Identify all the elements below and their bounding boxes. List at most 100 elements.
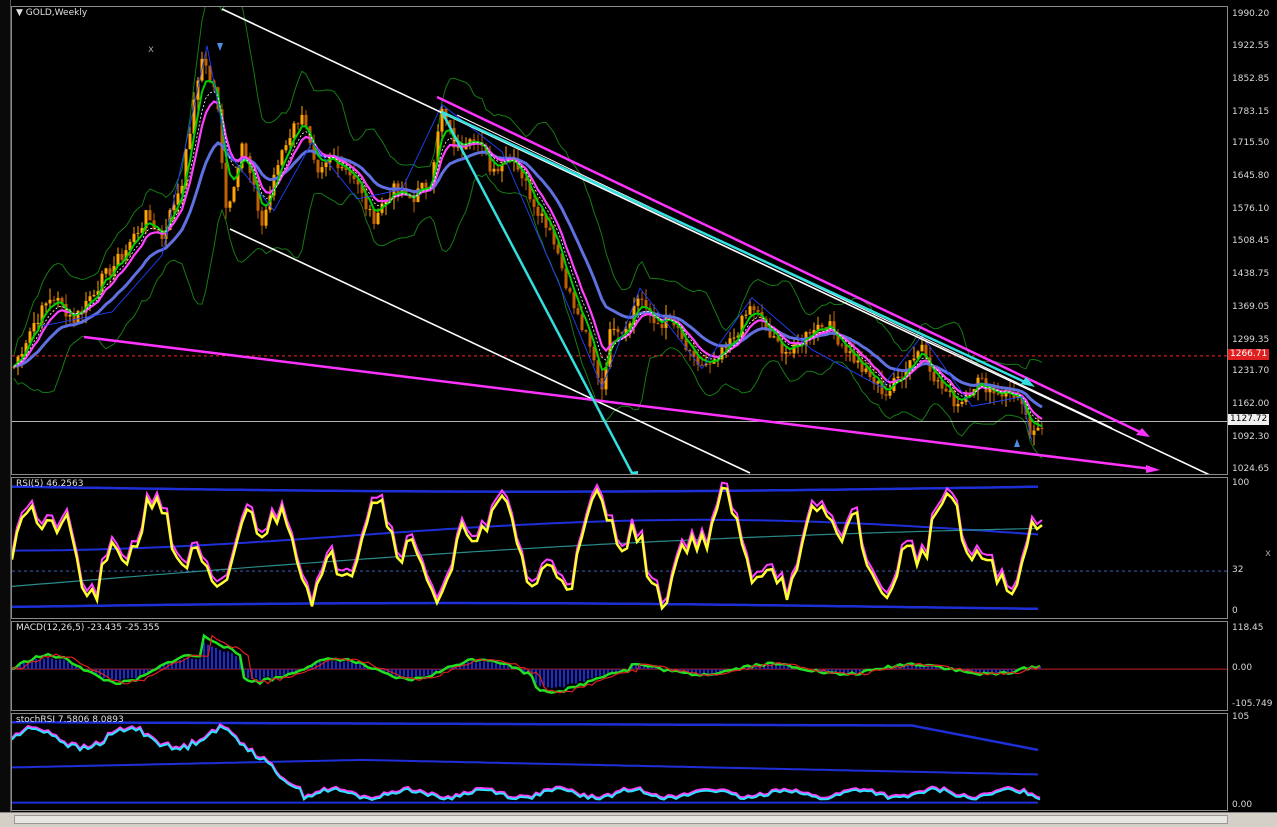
candle-body (784, 351, 788, 354)
macd-histogram-bar (131, 669, 133, 678)
candle-body (820, 324, 824, 328)
macd-line (12, 633, 1041, 694)
candle-body (548, 227, 552, 230)
macd-pane[interactable]: MACD(12,26,5) -23.435 -25.355 (11, 621, 1228, 711)
candle-body (980, 377, 984, 379)
candle-body (912, 358, 916, 361)
fractal-low-arrow-icon (1014, 439, 1020, 447)
stochrsi-title: stochRSI 7.5806 8.0893 (16, 715, 124, 725)
macd-histogram-bar (223, 651, 225, 670)
rsi-tick-label: 0 (1232, 606, 1238, 616)
macd-histogram-bar (335, 660, 337, 670)
ema-fast-line (13, 79, 1043, 428)
macd-histogram-bar (555, 669, 557, 688)
price-tick-label: 1990.20 (1232, 9, 1270, 19)
cyan-projection-line (440, 111, 634, 474)
macd-histogram-bar (599, 669, 601, 677)
macd-title: MACD(12,26,5) -23.435 -25.355 (16, 623, 160, 633)
price-pane[interactable]: ▼ GOLD,Weekly x (11, 6, 1228, 475)
candle-body (48, 299, 52, 304)
macd-histogram-bar (115, 669, 117, 681)
candle-body (52, 299, 56, 301)
macd-histogram-bar (287, 669, 289, 674)
candle-body (296, 123, 300, 125)
macd-histogram-bar (47, 657, 49, 670)
candle-body (284, 145, 288, 151)
candle-body (276, 165, 280, 175)
macd-histogram-bar (255, 669, 257, 679)
macd-histogram-bar (775, 665, 777, 670)
candle-body (708, 363, 712, 365)
candle-body (188, 133, 192, 150)
macd-histogram-bar (199, 658, 201, 670)
price-axis: 1990.20 1922.55 1852.85 1783.15 1715.50 1645.… (1228, 6, 1277, 475)
rsi-tick-label: 32 (1232, 565, 1244, 576)
candle-body (300, 114, 304, 125)
macd-histogram-bar (247, 669, 249, 679)
candle-body (700, 364, 704, 366)
candle-body (920, 344, 924, 352)
candle-body (744, 314, 748, 316)
macd-histogram-bar (347, 661, 349, 670)
candle-body (660, 324, 664, 328)
stoch-mid-band (12, 758, 1039, 776)
candle-body (232, 187, 236, 202)
macd-histogram-bar (355, 664, 357, 670)
macd-histogram-bar (559, 669, 561, 687)
macd-histogram-bar (119, 669, 121, 681)
macd-axis: 118.45 0.00 -105.749 (1228, 621, 1277, 711)
left-border (0, 0, 11, 827)
macd-histogram-bar (283, 669, 285, 676)
macd-histogram-bar (35, 658, 37, 670)
candle-body (640, 298, 644, 300)
bollinger-lower-band (13, 173, 1043, 459)
macd-histogram-bar (259, 669, 261, 681)
macd-histogram-bar (403, 669, 405, 677)
price-tick-label: 1369.05 (1232, 301, 1270, 312)
macd-histogram-bar (343, 661, 345, 670)
price-tick-label: 1645.80 (1232, 171, 1270, 182)
candle-body (228, 201, 232, 208)
candle-body (656, 323, 660, 325)
candle-body (320, 167, 324, 173)
price-tick-label: 1576.10 (1232, 204, 1270, 215)
macd-histogram-bar (71, 664, 73, 670)
chart-title-text: GOLD,Weekly (25, 8, 88, 18)
candle-body (1000, 394, 1004, 397)
candle-body (316, 159, 320, 173)
candle-body (932, 371, 936, 382)
price-tick-label: 1852.85 (1232, 73, 1270, 84)
stochrsi-pane[interactable]: stochRSI 7.5806 8.0893 (11, 713, 1228, 811)
candle-body (808, 332, 812, 334)
macd-histogram-bar (263, 669, 265, 678)
macd-histogram-bar (487, 662, 489, 670)
current-price-tag: 1127.72 (1228, 414, 1270, 426)
macd-histogram-bar (195, 658, 197, 670)
macd-histogram-bar (215, 647, 217, 670)
macd-histogram-bar (235, 656, 237, 670)
macd-histogram-bar (327, 660, 329, 670)
rsi-pane[interactable]: RSI(5) 46.2563 (11, 477, 1228, 619)
rsi-title: RSI(5) 46.2563 (16, 479, 84, 489)
candle-body (580, 314, 584, 330)
macd-histogram-bar (331, 661, 333, 670)
candle-body (772, 336, 776, 338)
candle-body (936, 380, 940, 382)
candle-body (996, 393, 1000, 395)
macd-histogram-bar (783, 665, 785, 670)
macd-histogram-bar (495, 663, 497, 670)
candle-body (44, 303, 48, 306)
price-tick-label: 1024.65 (1232, 464, 1270, 474)
candle-body (532, 199, 536, 207)
candle-body (288, 138, 292, 146)
candle-body (324, 162, 328, 168)
candle-body (120, 253, 124, 260)
magenta-arrowhead-lower (1146, 465, 1160, 473)
macd-histogram-bar (423, 669, 425, 677)
side-marker: x (1265, 548, 1271, 559)
macd-histogram-bar (603, 669, 605, 676)
candle-body (788, 351, 792, 354)
macd-histogram-bar (111, 669, 113, 680)
stoch-upper-band (12, 720, 1039, 752)
horizontal-scrollbar[interactable] (14, 815, 1228, 824)
